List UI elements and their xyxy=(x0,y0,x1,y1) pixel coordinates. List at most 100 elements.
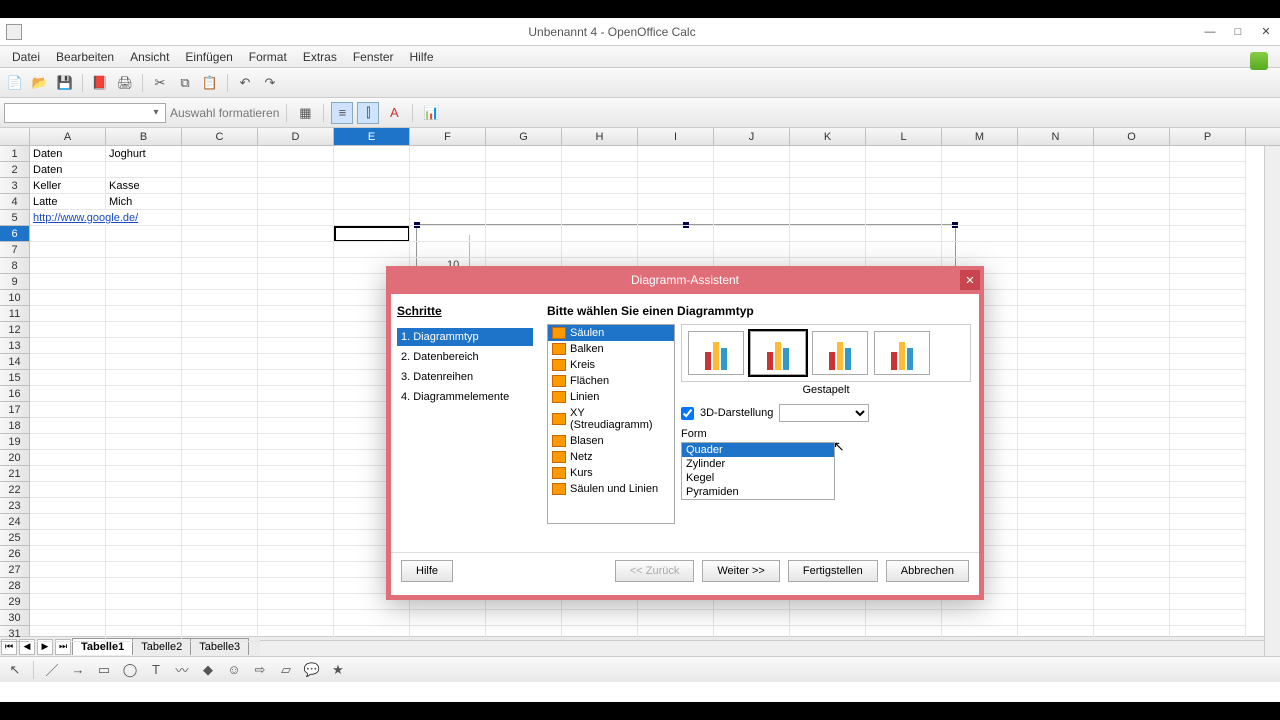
save-button[interactable]: 💾 xyxy=(54,72,76,94)
row-header-5[interactable]: 5 xyxy=(0,210,29,226)
col-header-L[interactable]: L xyxy=(866,128,942,145)
cell-A2[interactable]: Daten xyxy=(30,162,106,178)
cell-A5[interactable]: http://www.google.de/ xyxy=(30,210,182,226)
shape-option-2[interactable]: Kegel xyxy=(682,471,834,485)
cell-B4[interactable]: Mich xyxy=(106,194,182,210)
row-header-25[interactable]: 25 xyxy=(0,530,29,546)
back-button[interactable]: << Zurück xyxy=(615,560,695,582)
subtype-thumb-1[interactable] xyxy=(750,331,806,375)
chart-type-6[interactable]: Blasen xyxy=(548,433,674,449)
row-header-2[interactable]: 2 xyxy=(0,162,29,178)
select-all-corner[interactable] xyxy=(0,128,30,145)
basic-shapes-tool[interactable]: ◆ xyxy=(197,659,219,681)
row-header-10[interactable]: 10 xyxy=(0,290,29,306)
row-header-28[interactable]: 28 xyxy=(0,578,29,594)
row-header-22[interactable]: 22 xyxy=(0,482,29,498)
chart-type-3[interactable]: Flächen xyxy=(548,373,674,389)
cell-B3[interactable]: Kasse xyxy=(106,178,182,194)
callout-tool[interactable]: 💬 xyxy=(301,659,323,681)
row-header-6[interactable]: 6 xyxy=(0,226,29,242)
shape-list[interactable]: QuaderZylinderKegelPyramiden xyxy=(681,442,835,500)
row-header-18[interactable]: 18 xyxy=(0,418,29,434)
text-scale-icon[interactable]: A xyxy=(383,102,405,124)
row-header-7[interactable]: 7 xyxy=(0,242,29,258)
col-header-N[interactable]: N xyxy=(1018,128,1094,145)
row-header-12[interactable]: 12 xyxy=(0,322,29,338)
3d-checkbox[interactable] xyxy=(681,407,694,420)
col-header-C[interactable]: C xyxy=(182,128,258,145)
row-header-21[interactable]: 21 xyxy=(0,466,29,482)
vertical-scrollbar[interactable] xyxy=(1264,146,1280,656)
next-button[interactable]: Weiter >> xyxy=(702,560,780,582)
menu-extras[interactable]: Extras xyxy=(295,48,345,66)
row-header-3[interactable]: 3 xyxy=(0,178,29,194)
col-header-E[interactable]: E xyxy=(334,128,410,145)
col-header-O[interactable]: O xyxy=(1094,128,1170,145)
col-header-P[interactable]: P xyxy=(1170,128,1246,145)
star-tool[interactable]: ★ xyxy=(327,659,349,681)
subtype-thumb-2[interactable] xyxy=(812,331,868,375)
menu-hilfe[interactable]: Hilfe xyxy=(402,48,442,66)
chart-type-list[interactable]: SäulenBalkenKreisFlächenLinienXY (Streud… xyxy=(547,324,675,524)
flowchart-tool[interactable]: ▱ xyxy=(275,659,297,681)
arrow-tool[interactable]: → xyxy=(67,659,89,681)
dialog-close-button[interactable]: ✕ xyxy=(960,270,980,290)
print-button[interactable]: 🖨 xyxy=(114,72,136,94)
block-arrows-tool[interactable]: ⇨ xyxy=(249,659,271,681)
row-header-9[interactable]: 9 xyxy=(0,274,29,290)
shape-option-3[interactable]: Pyramiden xyxy=(682,485,834,499)
row-header-30[interactable]: 30 xyxy=(0,610,29,626)
row-header-13[interactable]: 13 xyxy=(0,338,29,354)
shape-option-1[interactable]: Zylinder xyxy=(682,457,834,471)
row-header-14[interactable]: 14 xyxy=(0,354,29,370)
menu-einfügen[interactable]: Einfügen xyxy=(177,48,240,66)
chart-type-5[interactable]: XY (Streudiagramm) xyxy=(548,405,674,433)
col-header-H[interactable]: H xyxy=(562,128,638,145)
cell-A4[interactable]: Latte xyxy=(30,194,106,210)
row-header-15[interactable]: 15 xyxy=(0,370,29,386)
row-header-17[interactable]: 17 xyxy=(0,402,29,418)
row-header-29[interactable]: 29 xyxy=(0,594,29,610)
update-icon[interactable] xyxy=(1250,52,1268,70)
col-header-D[interactable]: D xyxy=(258,128,334,145)
copy-button[interactable]: ⧉ xyxy=(174,72,196,94)
menu-bearbeiten[interactable]: Bearbeiten xyxy=(48,48,122,66)
row-header-19[interactable]: 19 xyxy=(0,434,29,450)
chart-type-7[interactable]: Netz xyxy=(548,449,674,465)
row-header-31[interactable]: 31 xyxy=(0,626,29,642)
row-header-27[interactable]: 27 xyxy=(0,562,29,578)
row-header-11[interactable]: 11 xyxy=(0,306,29,322)
new-doc-button[interactable]: 📄 xyxy=(4,72,26,94)
3d-label[interactable]: 3D-Darstellung xyxy=(700,407,773,419)
chart-type-icon[interactable]: 📊 xyxy=(420,102,442,124)
undo-button[interactable]: ↶ xyxy=(234,72,256,94)
wizard-step-2[interactable]: 2. Datenbereich xyxy=(397,348,533,366)
curve-tool[interactable]: 〰 xyxy=(171,659,193,681)
subtype-thumb-0[interactable] xyxy=(688,331,744,375)
menu-fenster[interactable]: Fenster xyxy=(345,48,402,66)
redo-button[interactable]: ↷ xyxy=(259,72,281,94)
shape-option-0[interactable]: Quader xyxy=(682,443,834,457)
col-header-F[interactable]: F xyxy=(410,128,486,145)
3d-scheme-select[interactable] xyxy=(779,404,869,422)
row-header-8[interactable]: 8 xyxy=(0,258,29,274)
col-header-B[interactable]: B xyxy=(106,128,182,145)
text-tool[interactable]: T xyxy=(145,659,167,681)
cell-A3[interactable]: Keller xyxy=(30,178,106,194)
chart-type-8[interactable]: Kurs xyxy=(548,465,674,481)
subtype-thumb-3[interactable] xyxy=(874,331,930,375)
maximize-button[interactable]: □ xyxy=(1224,22,1252,42)
grid-vertical-icon[interactable]: ⫿ xyxy=(357,102,379,124)
cell-A1[interactable]: Daten xyxy=(30,146,106,162)
close-button[interactable]: ✕ xyxy=(1252,22,1280,42)
row-header-16[interactable]: 16 xyxy=(0,386,29,402)
col-header-I[interactable]: I xyxy=(638,128,714,145)
menu-format[interactable]: Format xyxy=(241,48,295,66)
chart-type-0[interactable]: Säulen xyxy=(548,325,674,341)
cell-B1[interactable]: Joghurt xyxy=(106,146,182,162)
wizard-step-3[interactable]: 3. Datenreihen xyxy=(397,368,533,386)
symbol-shapes-tool[interactable]: ☺ xyxy=(223,659,245,681)
paste-button[interactable]: 📋 xyxy=(199,72,221,94)
row-header-24[interactable]: 24 xyxy=(0,514,29,530)
export-pdf-button[interactable]: 📕 xyxy=(89,72,111,94)
